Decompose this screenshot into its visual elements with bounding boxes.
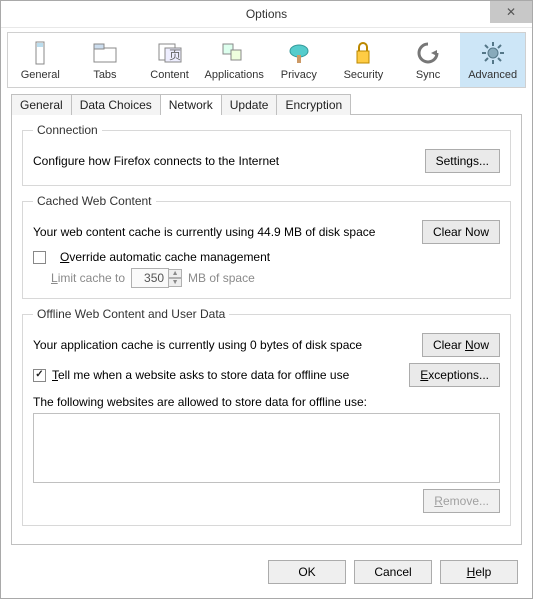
cache-legend: Cached Web Content	[33, 194, 156, 208]
cat-tabs[interactable]: Tabs	[73, 33, 138, 87]
subtab-data-choices[interactable]: Data Choices	[71, 94, 161, 115]
offline-clear-button[interactable]: Clear Now	[422, 333, 500, 357]
remove-site-button: Remove...	[423, 489, 500, 513]
applications-icon	[204, 39, 265, 67]
connection-settings-button[interactable]: Settings...	[425, 149, 500, 173]
cat-sync-label: Sync	[398, 69, 459, 81]
cat-content-label: Content	[139, 69, 200, 81]
cache-group: Cached Web Content Your web content cach…	[22, 194, 511, 299]
cat-general[interactable]: General	[8, 33, 73, 87]
exceptions-button[interactable]: Exceptions...	[409, 363, 500, 387]
subtab-network[interactable]: Network	[160, 94, 222, 115]
cat-general-label: General	[10, 69, 71, 81]
advanced-network-panel: Connection Configure how Firefox connect…	[11, 114, 522, 545]
limit-cache-spinner[interactable]: ▲▼	[131, 268, 182, 288]
allowed-sites-label: The following websites are allowed to st…	[33, 395, 500, 409]
cat-privacy-label: Privacy	[269, 69, 330, 81]
ok-button[interactable]: OK	[268, 560, 346, 584]
cancel-button[interactable]: Cancel	[354, 560, 432, 584]
subtab-update[interactable]: Update	[221, 94, 278, 115]
cache-usage-text: Your web content cache is currently usin…	[33, 225, 375, 239]
limit-cache-prefix: Limit cache to	[51, 271, 125, 285]
offline-legend: Offline Web Content and User Data	[33, 307, 229, 321]
security-icon	[333, 39, 394, 67]
offline-group: Offline Web Content and User Data Your a…	[22, 307, 511, 526]
allowed-sites-listbox[interactable]	[33, 413, 500, 483]
cat-privacy[interactable]: Privacy	[267, 33, 332, 87]
connection-desc: Configure how Firefox connects to the In…	[33, 154, 279, 168]
subtab-encryption[interactable]: Encryption	[276, 94, 351, 115]
cat-applications-label: Applications	[204, 69, 265, 81]
spin-down[interactable]: ▼	[168, 278, 182, 287]
cat-content[interactable]: 页 Content	[137, 33, 202, 87]
cat-advanced[interactable]: Advanced	[460, 33, 525, 87]
tell-me-checkbox[interactable]	[33, 369, 46, 382]
titlebar: Options ✕	[1, 1, 532, 28]
connection-legend: Connection	[33, 123, 102, 137]
content-icon: 页	[139, 39, 200, 67]
help-button[interactable]: Help	[440, 560, 518, 584]
dialog-footer: OK Cancel Help	[1, 546, 532, 598]
advanced-subtabs: General Data Choices Network Update Encr…	[11, 94, 522, 115]
override-cache-checkbox[interactable]	[33, 251, 46, 264]
sync-icon	[398, 39, 459, 67]
tell-me-label: Tell me when a website asks to store dat…	[52, 368, 349, 382]
limit-cache-suffix: MB of space	[188, 271, 255, 285]
offline-usage-text: Your application cache is currently usin…	[33, 338, 362, 352]
subtab-general[interactable]: General	[11, 94, 72, 115]
privacy-icon	[269, 39, 330, 67]
category-toolbar: General Tabs 页 Content Applications Priv…	[7, 32, 526, 88]
advanced-icon	[462, 39, 523, 67]
cat-sync[interactable]: Sync	[396, 33, 461, 87]
override-cache-label: OOverride automatic cache managementverr…	[60, 250, 270, 264]
general-icon	[10, 39, 71, 67]
limit-cache-input[interactable]	[131, 268, 169, 288]
cat-tabs-label: Tabs	[75, 69, 136, 81]
window-title: Options	[246, 7, 287, 21]
close-button[interactable]: ✕	[490, 1, 532, 23]
connection-group: Connection Configure how Firefox connect…	[22, 123, 511, 186]
svg-text:页: 页	[169, 48, 181, 62]
cat-security[interactable]: Security	[331, 33, 396, 87]
cat-security-label: Security	[333, 69, 394, 81]
tabs-icon	[75, 39, 136, 67]
cat-advanced-label: Advanced	[462, 69, 523, 81]
options-dialog: Options ✕ General Tabs 页 Content Applica…	[0, 0, 533, 599]
cache-clear-button[interactable]: Clear Now	[422, 220, 500, 244]
spin-up[interactable]: ▲	[168, 269, 182, 278]
cat-applications[interactable]: Applications	[202, 33, 267, 87]
